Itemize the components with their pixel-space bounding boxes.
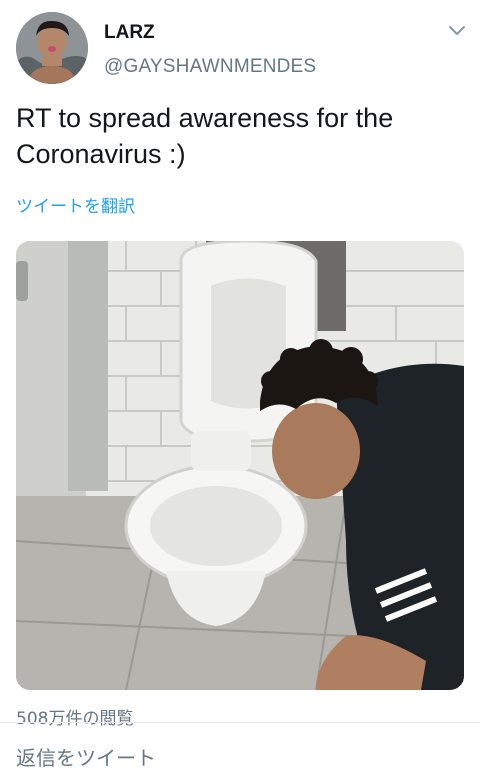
tweet-text: RT to spread awareness for the Coronavir… [16,103,394,169]
reply-input[interactable]: 返信をツイート [16,742,156,771]
tweet-media-image[interactable] [16,241,464,690]
tweet-header: LARZ @GAYSHAWNMENDES [0,0,480,90]
author-name[interactable]: LARZ [104,22,155,44]
chevron-down-icon[interactable] [446,22,468,40]
translate-tweet-link[interactable]: ツイートを翻訳 [16,192,135,217]
avatar[interactable] [16,12,88,84]
view-count: 508万件の閲覧 [16,709,134,729]
author-handle[interactable]: @GAYSHAWNMENDES [104,56,316,78]
divider [0,722,480,723]
